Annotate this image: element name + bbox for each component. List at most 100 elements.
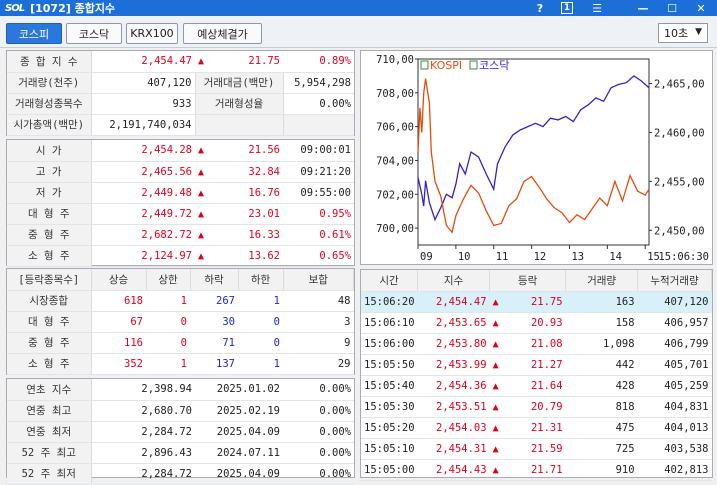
formed-count-label: 거래형성종목수 [7,93,92,115]
up-triangle-icon: ▲ [198,56,205,68]
breadth-down: 137 [190,353,238,375]
interval-select[interactable]: 10초 ▼ [658,23,708,43]
tick-volume: 163 [565,291,638,313]
tab-expected-price[interactable]: 예상체결가 [183,23,262,44]
tick-time: 15:05:10 [361,438,418,460]
breadth-row[interactable]: 대 형 주 67 0 30 0 3 [7,311,354,333]
tick-index: 2,454.03 [417,417,490,439]
tick-volume: 725 [565,438,638,460]
history-row: 52 주 최고 2,896.43 2024.07.11 0.00% [7,442,354,464]
tick-row[interactable]: 15:05:20 2,454.03 ▲ 21.31 475 404,013 [361,417,712,439]
legend-kospi: KOSPI [430,59,462,72]
tick-index: 2,454.31 [417,438,490,460]
maximize-icon[interactable]: ☐ [662,0,682,16]
breadth-header-cell: 상한 [146,269,191,291]
price-row: 저 가 2,449.48 ▲ 16.76 09:55:00 [7,182,354,204]
menu-icon[interactable]: ☰ [587,0,607,16]
tick-change: 21.31 [530,421,563,434]
tick-row[interactable]: 15:05:10 2,454.31 ▲ 21.59 725 403,538 [361,438,712,460]
price-value: 2,124.97 [91,245,195,267]
breadth-panel: [등락종목수] 상승 상한 하락 하한 보합 시장종합 618 1 267 1 48 대 형 주 67 0 3… [6,268,355,375]
summary-empty-cell [194,114,284,136]
tick-change: 21.59 [530,442,563,455]
tick-volume: 442 [565,354,638,376]
close-icon[interactable]: ✕ [691,0,711,16]
left-tick-label: 706,00 [376,122,414,134]
tick-row[interactable]: 15:06:20 2,454.47 ▲ 21.75 163 407,120 [361,291,712,313]
composite-change: 21.75 [248,55,280,68]
history-label: 연초 지수 [7,379,92,401]
breadth-label: 소 형 주 [7,353,92,375]
tick-change-cell: ▲ 21.31 [489,417,566,439]
left-tick-label: 700,00 [376,223,414,235]
breadth-header-cell: 하락 [190,269,239,291]
formed-rate-label: 거래형성율 [194,93,284,115]
tick-volume: 818 [565,396,638,418]
volume-value: 407,120 [91,72,195,94]
history-panel: 연초 지수 2,398.94 2025.01.02 0.00% 연중 최고 2,680.7… [6,378,355,485]
tick-index: 2,454.47 [417,291,490,313]
toolbar: 코스피 코스닥 KRX100 예상체결가 10초 ▼ [0,16,717,48]
tick-row[interactable]: 15:05:30 2,453.51 ▲ 20.79 818 404,831 [361,396,712,418]
tick-row[interactable]: 15:06:10 2,453.65 ▲ 20.93 158 406,957 [361,312,712,334]
history-date: 2025.02.19 [195,400,283,422]
breadth-label: 대 형 주 [7,311,92,333]
left-tick-label: 704,00 [376,155,414,167]
minimize-icon[interactable]: — [633,0,653,16]
page-icon[interactable]: 1 [557,0,577,16]
summary-panel: 종 합 지 수 2,454.47 ▲ 21.75 0.89% 거래량(천주) 40… [6,50,355,136]
tab-kosdaq[interactable]: 코스닥 [66,23,122,44]
breadth-downlimit: 0 [238,311,283,333]
right-tick-label: 2,460,00 [654,127,705,139]
tab-kospi[interactable]: 코스피 [6,23,62,44]
tick-row[interactable]: 15:05:50 2,453.99 ▲ 21.27 442 405,701 [361,354,712,376]
history-rate: 0.00% [283,463,354,485]
amount-label: 거래대금(백만) [194,72,284,94]
tick-cumulative: 405,701 [637,354,712,376]
tick-panel: 시간 지수 등락 거래량 누적거래량 15:06:20 2,454.47 ▲ 21.75 163 4… [360,269,713,481]
tick-change-cell: ▲ 21.75 [489,291,566,313]
breadth-header-cell: [등락종목수] [7,269,92,291]
tick-change-cell: ▲ 21.59 [489,438,566,460]
tick-row[interactable]: 15:05:00 2,454.43 ▲ 21.71 910 402,813 [361,459,712,481]
price-change-cell: ▲ 23.01 [195,203,283,225]
price-change: 21.56 [248,144,280,157]
tick-index: 2,454.43 [417,459,490,481]
breadth-uplimit: 0 [146,332,190,354]
breadth-row[interactable]: 시장종합 618 1 267 1 48 [7,290,354,312]
tab-krx100[interactable]: KRX100 [126,23,178,44]
history-label: 연중 최저 [7,421,92,443]
history-rate: 0.00% [283,379,354,401]
index-chart[interactable]: 710,00 708,00 706,00 704,00 702,00 700,00 2,46… [360,50,713,265]
chart-svg: 710,00 708,00 706,00 704,00 702,00 700,00 2,46… [376,54,709,263]
tick-row[interactable]: 15:06:00 2,453.80 ▲ 21.08 1,098 406,799 [361,333,712,355]
up-triangle-icon: ▲ [198,208,205,220]
tick-time: 15:05:50 [361,354,418,376]
composite-rate: 0.89% [283,51,354,73]
price-rate: 0.65% [283,245,354,267]
history-row: 52 주 최저 2,284.72 2025.04.09 0.00% [7,463,354,485]
breadth-flat: 3 [283,311,354,333]
history-row: 연중 최고 2,680.70 2025.02.19 0.00% [7,400,354,422]
breadth-row[interactable]: 중 형 주 116 0 71 0 9 [7,332,354,354]
legend-kosdaq: 코스닥 [479,59,509,72]
up-triangle-icon: ▲ [492,296,499,308]
tick-change: 21.75 [530,295,563,308]
tick-cumulative: 405,259 [637,375,712,397]
up-triangle-icon: ▲ [198,187,205,199]
help-icon[interactable]: ? [530,0,550,16]
breadth-row[interactable]: 소 형 주 352 1 137 1 29 [7,353,354,375]
price-change: 23.01 [248,207,280,220]
price-change-cell: ▲ 13.62 [195,245,283,267]
breadth-up: 618 [91,290,146,312]
tick-row[interactable]: 15:05:40 2,454.36 ▲ 21.64 428 405,259 [361,375,712,397]
up-triangle-icon: ▲ [492,359,499,371]
tick-header-cell: 등락 [489,270,567,292]
tick-time: 15:05:30 [361,396,418,418]
history-date: 2025.04.09 [195,421,283,443]
up-triangle-icon: ▲ [492,422,499,434]
breadth-uplimit: 0 [146,311,190,333]
left-tick-label: 702,00 [376,189,414,201]
tick-time: 15:06:00 [361,333,418,355]
history-rate: 0.00% [283,421,354,443]
